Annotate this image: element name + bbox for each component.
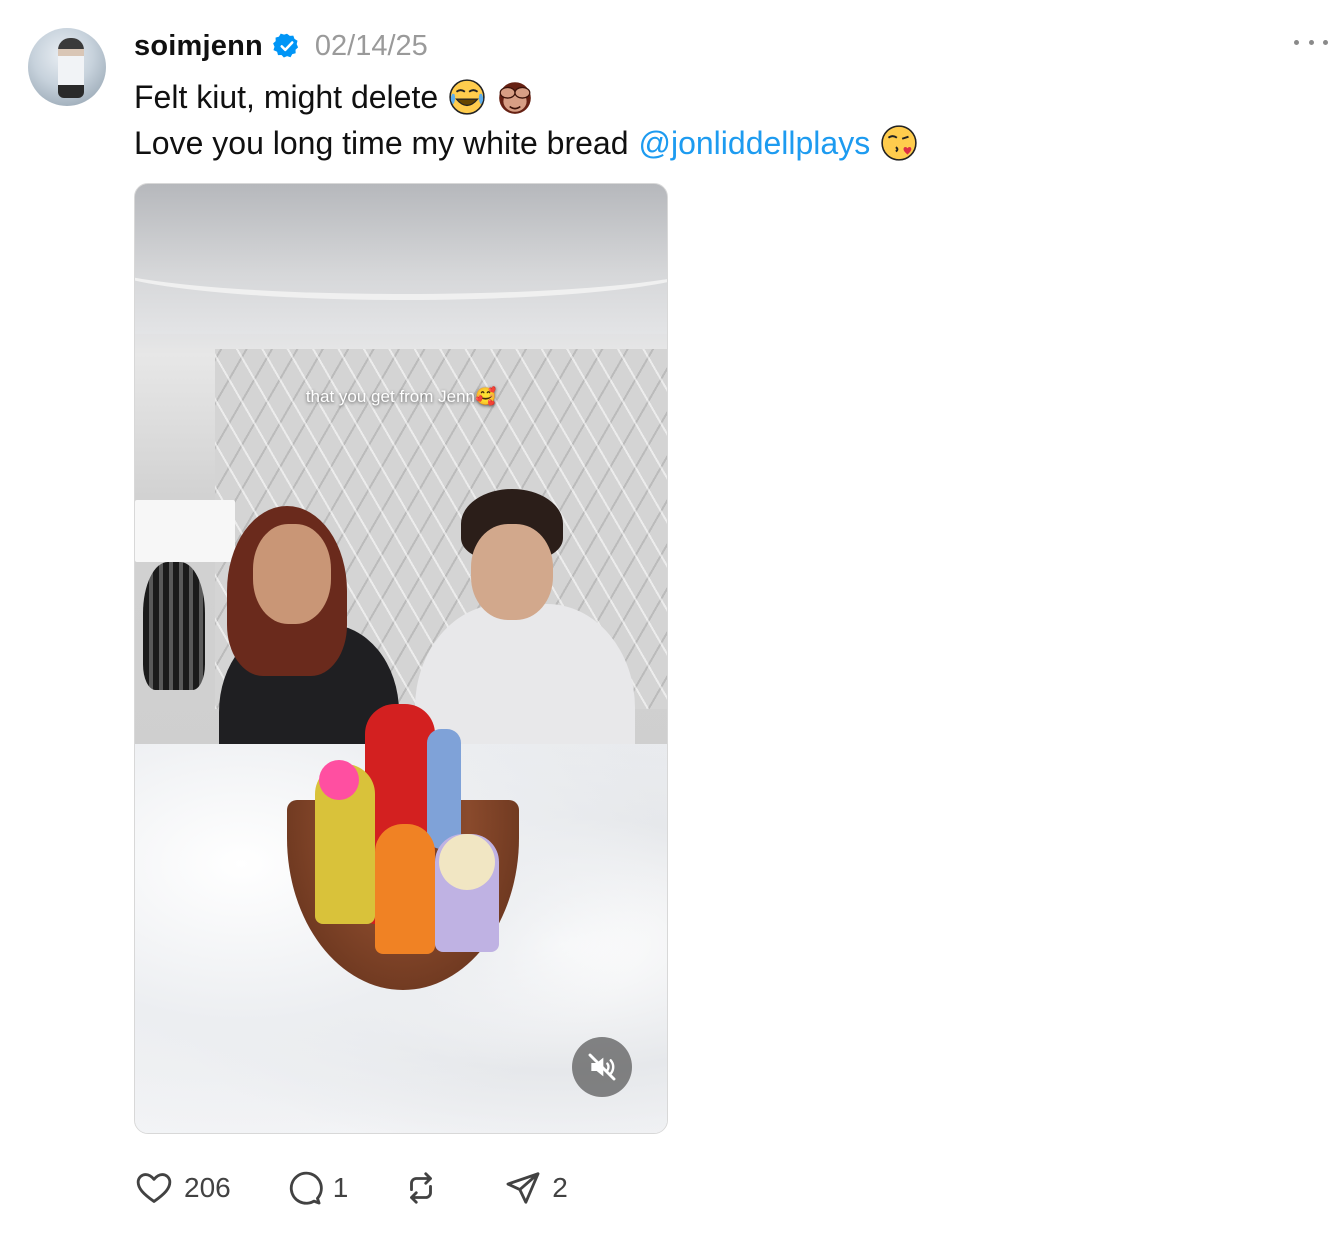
video-lamp-base [143, 562, 205, 690]
action-bar: 206 1 2 [134, 1168, 622, 1208]
mute-button[interactable] [572, 1037, 632, 1097]
sticker-figure-blonde-head [439, 834, 495, 890]
video-ceiling [135, 184, 667, 334]
like-count: 206 [184, 1172, 231, 1203]
sticker-figure-orange [375, 824, 435, 954]
share-count: 2 [552, 1172, 568, 1203]
caption-text-2: Love you long time my white bread [134, 125, 629, 161]
post-caption: Felt kiut, might delete Love you long ti… [134, 74, 918, 166]
video-lamp-shade [135, 500, 235, 562]
avatar-figure [58, 38, 84, 98]
caption-text-1: Felt kiut, might delete [134, 79, 439, 115]
mention-link[interactable]: @jonliddellplays [638, 120, 870, 166]
like-button[interactable]: 206 [134, 1169, 231, 1207]
share-button[interactable]: 2 [504, 1169, 568, 1207]
username[interactable]: soimjenn [134, 30, 263, 63]
post-date[interactable]: 02/14/25 [315, 30, 428, 63]
face-with-tears-of-joy-icon [449, 79, 485, 115]
share-icon [506, 1172, 540, 1204]
video-player[interactable]: that you get from Jenn🥰 [134, 183, 668, 1134]
caption-line-2: Love you long time my white bread @jonli… [134, 120, 918, 166]
reply-count: 1 [332, 1172, 349, 1203]
avatar[interactable] [28, 28, 106, 106]
sticker-figure-pink-head [319, 760, 359, 800]
see-no-evil-monkey-icon [499, 82, 531, 114]
comment-icon [289, 1171, 323, 1205]
verified-badge-icon [273, 33, 298, 58]
caption-line-1: Felt kiut, might delete [134, 74, 918, 120]
post-header: soimjenn 02/14/25 [134, 24, 428, 68]
video-overlay-caption: that you get from Jenn🥰 [305, 387, 497, 406]
post: soimjenn 02/14/25 Felt kiut, might delet… [0, 0, 1338, 1236]
video-person-woman-face [253, 524, 331, 624]
heart-icon [136, 1173, 172, 1203]
more-icon[interactable] [1294, 34, 1328, 50]
repost-icon [410, 1172, 433, 1204]
video-ceiling-curve [135, 224, 667, 300]
sticker-figure-blue [427, 729, 461, 849]
video-person-man-face [471, 524, 553, 620]
repost-button[interactable] [402, 1169, 450, 1207]
mute-icon [588, 1053, 616, 1081]
reply-button[interactable]: 1 [285, 1169, 349, 1207]
face-blowing-a-kiss-icon [881, 125, 917, 161]
